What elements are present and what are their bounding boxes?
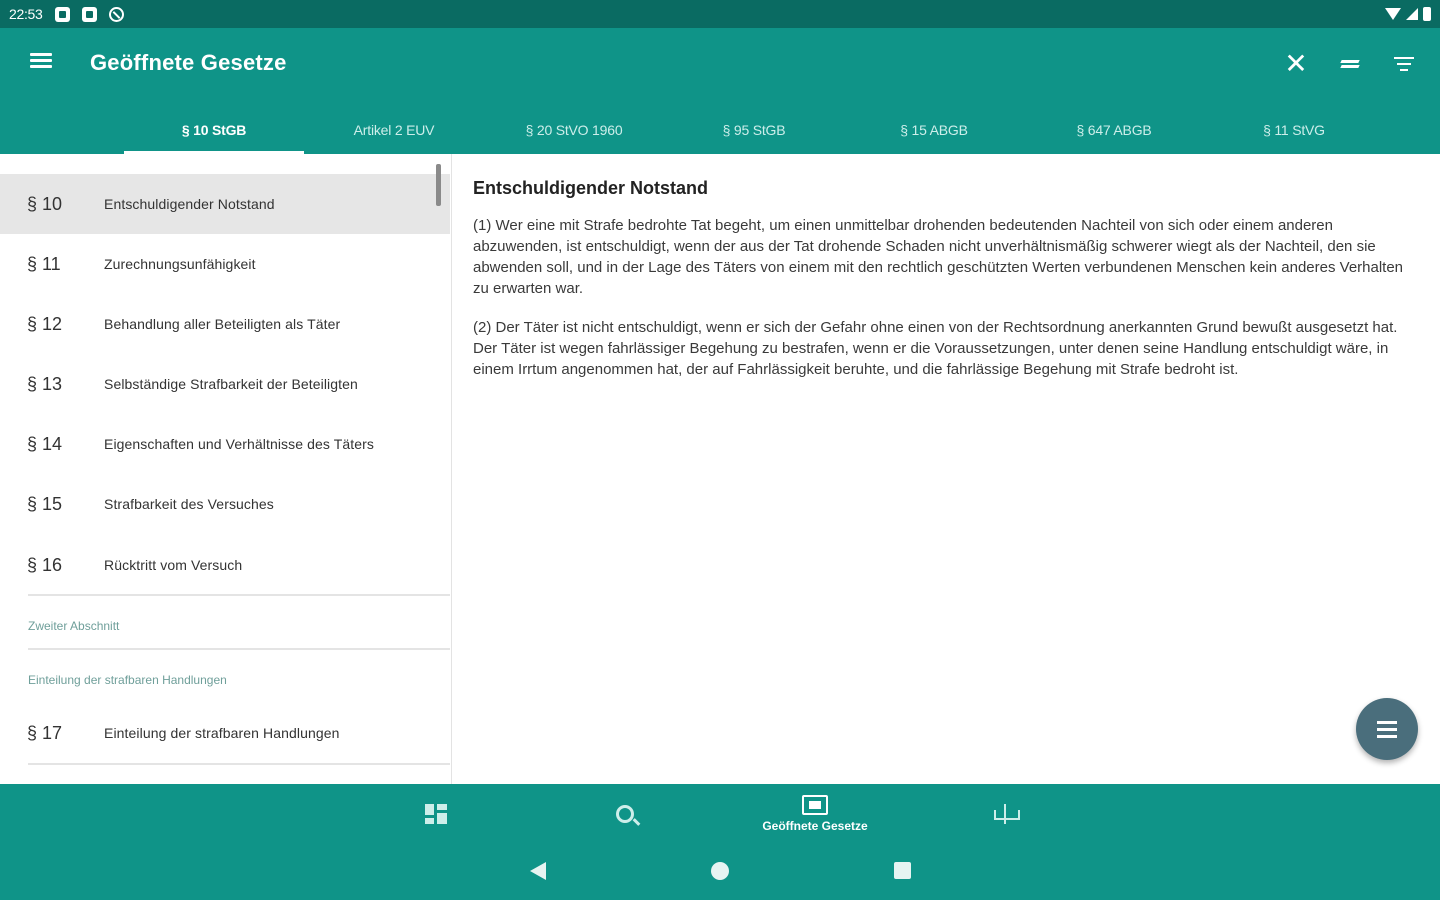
list-item-number: § 11 <box>27 253 61 274</box>
notification-icon-2 <box>81 6 97 22</box>
list-item[interactable]: § 14 Eigenschaften und Verhältnisse des … <box>0 414 450 474</box>
nav-legal[interactable] <box>910 784 1100 844</box>
tab-1[interactable]: § 10 StGB <box>124 106 304 154</box>
status-right <box>1385 7 1431 21</box>
clear-all-icon[interactable] <box>1332 48 1368 80</box>
list-item[interactable]: § 11 Zurechnungsunfähigkeit <box>0 234 450 294</box>
signal-icon <box>1406 8 1418 20</box>
law-tabs: § 10 StGB Artikel 2 EUV § 20 StVO 1960 §… <box>0 106 1440 154</box>
notification-icon <box>54 6 70 22</box>
list-item-number: § 15 <box>27 493 63 514</box>
search-icon <box>616 805 634 823</box>
paragraph-list: § 10 Entschuldigender Notstand § 11 Zure… <box>0 154 452 784</box>
list-item-title: Strafbarkeit des Versuches <box>104 496 274 512</box>
divider <box>28 648 450 650</box>
nav-search[interactable] <box>530 784 720 844</box>
toc-fab-button[interactable] <box>1356 698 1418 760</box>
law-heading: Entschuldigender Notstand <box>473 178 709 198</box>
nav-open-laws[interactable]: Geöffnete Gesetze <box>720 784 910 844</box>
list-item[interactable]: § 17 Einteilung der strafbaren Handlunge… <box>0 703 450 763</box>
list-item-number: § 16 <box>27 554 63 575</box>
list-item-number: § 14 <box>27 433 63 454</box>
recent-apps-icon[interactable] <box>894 862 911 879</box>
law-text: Entschuldigender Notstand (1) Wer eine m… <box>473 154 1413 380</box>
nav-dashboard[interactable] <box>341 784 531 844</box>
list-item-number: § 12 <box>27 313 63 334</box>
page-title: Geöffnete Gesetze <box>90 50 287 75</box>
open-laws-icon <box>802 795 828 815</box>
wifi-icon <box>1385 8 1401 20</box>
scale-icon <box>992 804 1020 824</box>
dashboard-icon <box>425 804 447 824</box>
menu-icon[interactable] <box>24 50 58 78</box>
scrollbar-thumb[interactable] <box>436 164 441 206</box>
list-item-title: Behandlung aller Beteiligten als Täter <box>104 316 341 332</box>
battery-icon <box>1423 7 1431 21</box>
list-item[interactable]: § 10 Entschuldigender Notstand <box>0 174 450 234</box>
divider <box>28 763 450 765</box>
list-item-title: Eigenschaften und Verhältnisse des Täter… <box>104 436 375 452</box>
list-item[interactable]: § 15 Strafbarkeit des Versuches <box>0 474 450 534</box>
list-item-title: Einteilung der strafbaren Handlungen <box>104 725 340 741</box>
nav-open-laws-label: Geöffnete Gesetze <box>762 819 868 833</box>
divider <box>28 594 450 596</box>
tab-4[interactable]: § 95 StGB <box>664 106 844 154</box>
list-item-title: Selbständige Strafbarkeit der Beteiligte… <box>104 376 358 392</box>
tab-6[interactable]: § 647 ABGB <box>1024 106 1204 154</box>
tab-5[interactable]: § 15 ABGB <box>844 106 1024 154</box>
status-time: 22:53 <box>9 6 43 22</box>
list-item-title: Rücktritt vom Versuch <box>104 557 243 573</box>
section-header: Zweiter Abschnitt <box>28 619 120 633</box>
back-icon[interactable] <box>530 862 546 880</box>
list-item-number: § 17 <box>27 722 63 743</box>
law-paragraph-1: (1) Wer eine mit Strafe bedrohte Tat beg… <box>473 217 1404 297</box>
list-item[interactable]: § 16 Rücktritt vom Versuch <box>0 535 450 595</box>
tab-7[interactable]: § 11 StVG <box>1204 106 1384 154</box>
tab-3[interactable]: § 20 StVO 1960 <box>484 106 664 154</box>
list-item-number: § 10 <box>27 193 63 214</box>
law-paragraph-2: (2) Der Täter ist nicht entschuldigt, we… <box>473 319 1398 378</box>
list-item-title: Zurechnungsunfähigkeit <box>104 256 256 272</box>
do-not-disturb-icon <box>108 6 124 22</box>
app-bar: Geöffnete Gesetze ✕ § 10 StGB Artikel 2 … <box>0 28 1440 154</box>
home-icon[interactable] <box>711 862 729 880</box>
list-item-title: Entschuldigender Notstand <box>104 196 275 212</box>
section-subheader: Einteilung der strafbaren Handlungen <box>28 673 227 687</box>
filter-icon[interactable] <box>1386 48 1422 80</box>
system-navigation <box>0 844 1440 900</box>
list-item-number: § 13 <box>27 373 63 394</box>
list-item[interactable]: § 13 Selbständige Strafbarkeit der Betei… <box>0 354 450 414</box>
close-icon[interactable]: ✕ <box>1278 48 1314 80</box>
status-bar: 22:53 <box>0 0 1440 28</box>
tab-2[interactable]: Artikel 2 EUV <box>304 106 484 154</box>
bottom-navigation: Geöffnete Gesetze <box>0 784 1440 844</box>
list-item[interactable]: § 12 Behandlung aller Beteiligten als Tä… <box>0 294 450 354</box>
